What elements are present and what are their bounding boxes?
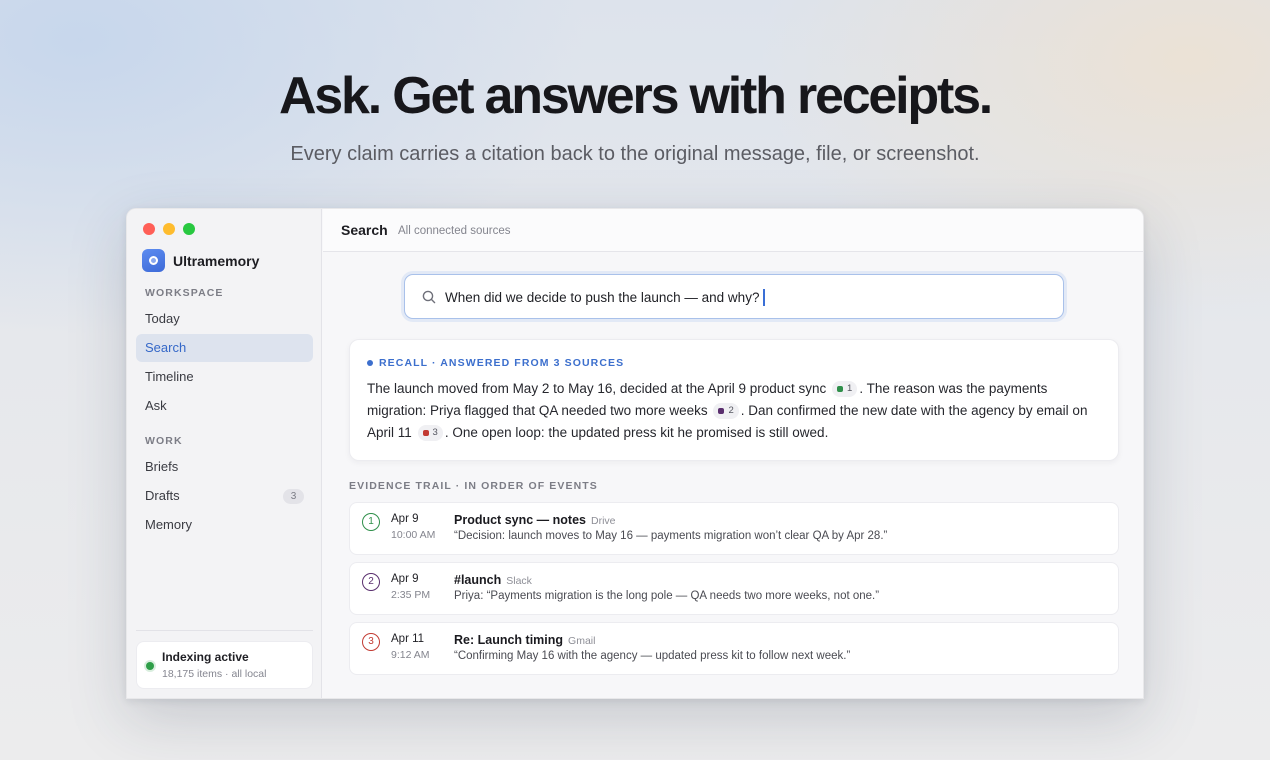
evidence-date: Apr 9 [391, 573, 419, 585]
recall-dot-icon [367, 360, 373, 366]
evidence-number: 1 [362, 513, 380, 531]
window-controls [143, 223, 195, 235]
text-caret [763, 289, 765, 306]
evidence-heading: Product sync — notes Drive [454, 513, 616, 527]
sidebar-divider [136, 630, 313, 631]
app-window: Ultramemory WORKSPACE Today Search Timel… [126, 208, 1144, 699]
evidence-item[interactable]: 1 Apr 9 10:00 AM Product sync — notes Dri… [349, 502, 1119, 555]
evidence-trail-label: EVIDENCE TRAIL · IN ORDER OF EVENTS [349, 480, 598, 492]
evidence-time: 10:00 AM [391, 529, 436, 541]
evidence-date: Apr 9 [391, 513, 419, 525]
evidence-number: 3 [362, 633, 380, 651]
workspace-section-label: WORKSPACE [145, 287, 224, 299]
evidence-quote: “Confirming May 16 with the agency — upd… [454, 650, 851, 662]
evidence-source: Drive [590, 515, 616, 527]
hero-subtitle: Every claim carries a citation back to t… [290, 143, 980, 165]
evidence-quote: “Decision: launch moves to May 16 — paym… [454, 530, 888, 542]
answer-text: The launch moved from May 2 to May 16, d… [367, 381, 1088, 441]
evidence-title: Product sync — notes [454, 513, 586, 527]
answer-card: RECALL · ANSWERED FROM 3 SOURCES The lau… [349, 339, 1119, 461]
hero: Ask. Get answers with receipts. Every cl… [0, 64, 1270, 167]
evidence-title: #launch [454, 573, 502, 587]
app-name: Ultramemory [173, 252, 260, 269]
hero-title: Ask. Get answers with receipts. [278, 67, 993, 125]
search-query: When did we decide to push the launch — … [445, 289, 765, 306]
brand: Ultramemory [142, 249, 259, 272]
app-logo-icon [142, 249, 165, 272]
evidence-title: Re: Launch timing [454, 633, 564, 647]
evidence-source: Slack [506, 575, 532, 587]
citation-2[interactable]: 2 [713, 403, 739, 419]
topbar: Search All connected sources [323, 209, 1143, 252]
page-scope: All connected sources [398, 225, 511, 237]
sidebar-item-search[interactable]: Search [136, 334, 313, 362]
main-panel: Search All connected sources When did we… [323, 209, 1143, 698]
citation-marker-icon [837, 386, 844, 392]
sidebar-item-drafts[interactable]: Drafts 3 [136, 482, 313, 510]
page-title: Search [341, 222, 388, 238]
status-title: Indexing active [162, 650, 249, 664]
evidence-number: 2 [362, 573, 380, 591]
evidence-item[interactable]: 3 Apr 11 9:12 AM Re: Launch timing Gmail … [349, 622, 1119, 675]
search-input[interactable]: When did we decide to push the launch — … [404, 274, 1064, 319]
sidebar-item-today[interactable]: Today [136, 305, 313, 333]
drafts-count-badge: 3 [283, 489, 304, 504]
status-subtitle: 18,175 items · all local [162, 668, 267, 680]
sidebar-item-label: Drafts [145, 488, 180, 503]
evidence-quote: Priya: “Payments migration is the long p… [454, 590, 880, 602]
answer-label: RECALL · ANSWERED FROM 3 SOURCES [367, 357, 624, 369]
evidence-date: Apr 11 [391, 633, 425, 645]
evidence-heading: Re: Launch timing Gmail [454, 633, 595, 647]
indexing-status[interactable]: Indexing active 18,175 items · all local [136, 641, 313, 689]
evidence-source: Gmail [568, 635, 596, 647]
search-icon [422, 290, 436, 304]
sidebar-item-timeline[interactable]: Timeline [136, 363, 313, 391]
sidebar-item-memory[interactable]: Memory [136, 511, 313, 539]
evidence-item[interactable]: 2 Apr 9 2:35 PM #launch Slack Priya: “Pay… [349, 562, 1119, 615]
evidence-time: 2:35 PM [391, 589, 431, 601]
sidebar: Ultramemory WORKSPACE Today Search Timel… [127, 209, 322, 698]
work-section-label: WORK [145, 435, 183, 447]
sidebar-item-briefs[interactable]: Briefs [136, 453, 313, 481]
citation-1[interactable]: 1 [832, 381, 858, 397]
status-indicator-icon [146, 662, 154, 670]
citation-marker-icon [422, 430, 429, 436]
evidence-time: 9:12 AM [391, 649, 430, 661]
close-window-button[interactable] [143, 223, 155, 235]
minimize-window-button[interactable] [163, 223, 175, 235]
citation-3[interactable]: 3 [417, 425, 443, 441]
sidebar-item-ask[interactable]: Ask [136, 392, 313, 420]
citation-marker-icon [718, 408, 725, 414]
zoom-window-button[interactable] [183, 223, 195, 235]
evidence-heading: #launch Slack [454, 573, 532, 587]
